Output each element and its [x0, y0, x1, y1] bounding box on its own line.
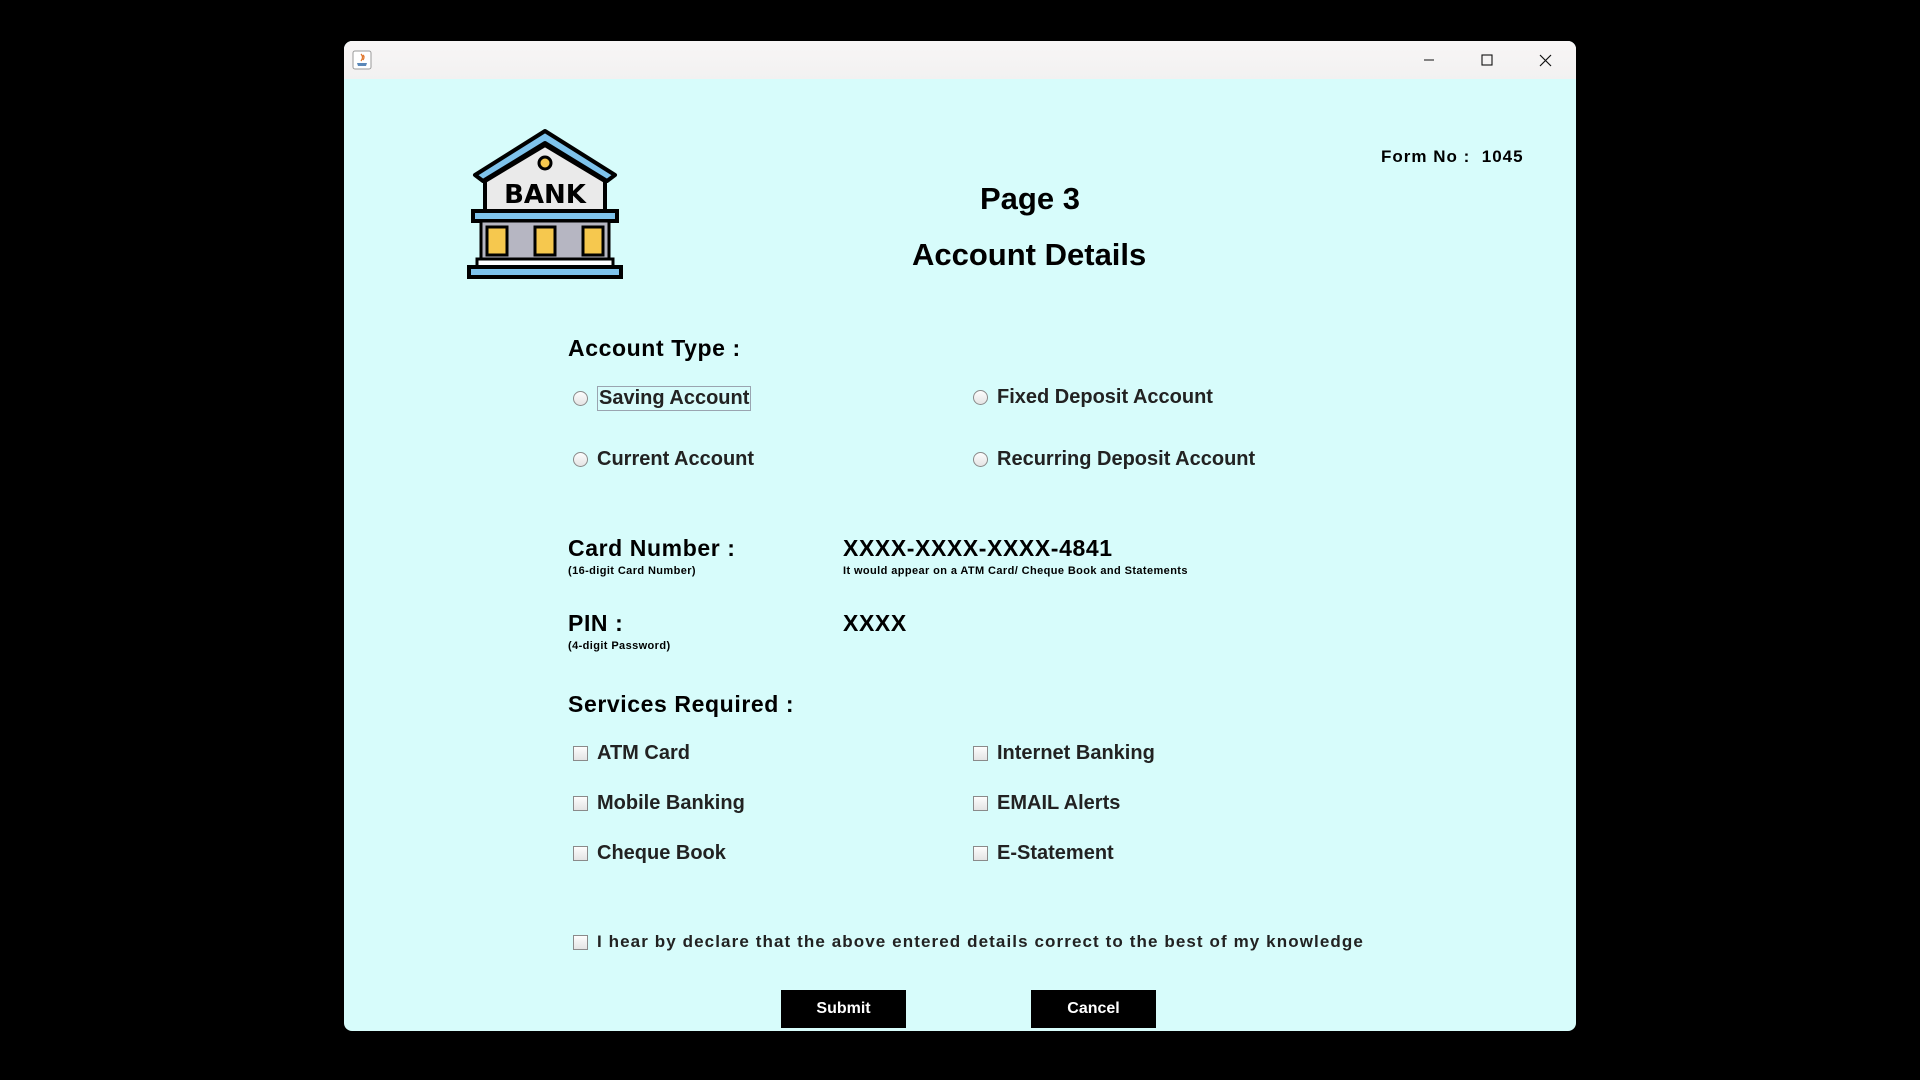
close-icon [1539, 54, 1551, 66]
radio-label: Fixed Deposit Account [997, 386, 1213, 408]
title-bar[interactable] [344, 41, 1576, 79]
radio-button[interactable] [573, 452, 588, 467]
radio-label: Recurring Deposit Account [997, 448, 1256, 470]
pin-value: XXXX [843, 610, 907, 636]
minimize-icon [1424, 59, 1434, 61]
radio-fixed-deposit-account[interactable]: Fixed Deposit Account [973, 386, 1213, 409]
close-button[interactable] [1516, 41, 1574, 79]
checkbox-email-alerts[interactable]: EMAIL Alerts [973, 792, 1120, 815]
checkbox[interactable] [973, 746, 988, 761]
bank-logo: BANK [467, 129, 623, 279]
radio-button[interactable] [573, 391, 588, 406]
radio-recurring-deposit-account[interactable]: Recurring Deposit Account [973, 448, 1255, 471]
cancel-button[interactable]: Cancel [1031, 990, 1156, 1028]
maximize-button[interactable] [1458, 41, 1516, 79]
checkbox-label: E-Statement [997, 842, 1114, 864]
checkbox[interactable] [573, 796, 588, 811]
bank-logo-text: BANK [504, 180, 587, 210]
radio-current-account[interactable]: Current Account [573, 448, 754, 471]
checkbox-label: EMAIL Alerts [997, 792, 1121, 814]
card-number-label: Card Number : [568, 535, 736, 561]
radio-label: Saving Account [597, 386, 752, 411]
minimize-button[interactable] [1400, 41, 1458, 79]
checkbox-label: ATM Card [597, 742, 690, 764]
page-number: Page 3 [980, 181, 1080, 216]
radio-button[interactable] [973, 390, 988, 405]
checkbox-label: Internet Banking [997, 742, 1155, 764]
services-label: Services Required : [568, 691, 795, 717]
checkbox-mobile-banking[interactable]: Mobile Banking [573, 792, 745, 815]
maximize-icon [1481, 54, 1493, 66]
checkbox[interactable] [973, 846, 988, 861]
checkbox-cheque-book[interactable]: Cheque Book [573, 842, 726, 865]
account-type-label: Account Type : [568, 335, 741, 361]
radio-saving-account[interactable]: Saving Account [573, 386, 752, 411]
card-number-value: XXXX-XXXX-XXXX-4841 [843, 535, 1113, 561]
checkbox-label: Mobile Banking [597, 792, 745, 814]
checkbox[interactable] [573, 746, 588, 761]
radio-label: Current Account [597, 448, 755, 470]
pin-hint: (4-digit Password) [568, 640, 671, 652]
checkbox[interactable] [573, 846, 588, 861]
form-content: BANK Form No : 1045 Page 3 Account Detai… [344, 79, 1576, 1031]
card-number-note: It would appear on a ATM Card/ Cheque Bo… [843, 565, 1188, 577]
checkbox[interactable] [973, 796, 988, 811]
declaration-text: I hear by declare that the above entered… [597, 932, 1364, 951]
form-number: Form No : 1045 [1381, 147, 1524, 167]
pin-label: PIN : [568, 610, 624, 636]
checkbox-e-statement[interactable]: E-Statement [973, 842, 1114, 865]
submit-button[interactable]: Submit [781, 990, 906, 1028]
checkbox-declaration[interactable]: I hear by declare that the above entered… [573, 932, 1364, 952]
checkbox-label: Cheque Book [597, 842, 726, 864]
radio-button[interactable] [973, 452, 988, 467]
checkbox[interactable] [573, 934, 588, 950]
form-number-value: 1045 [1481, 147, 1524, 166]
checkbox-atm-card[interactable]: ATM Card [573, 742, 690, 765]
form-number-label: Form No : [1381, 147, 1471, 166]
page-title: Account Details [912, 237, 1147, 272]
checkbox-internet-banking[interactable]: Internet Banking [973, 742, 1155, 765]
card-number-hint: (16-digit Card Number) [568, 565, 696, 577]
java-app-icon [352, 50, 372, 70]
application-window: BANK Form No : 1045 Page 3 Account Detai… [344, 41, 1576, 1031]
